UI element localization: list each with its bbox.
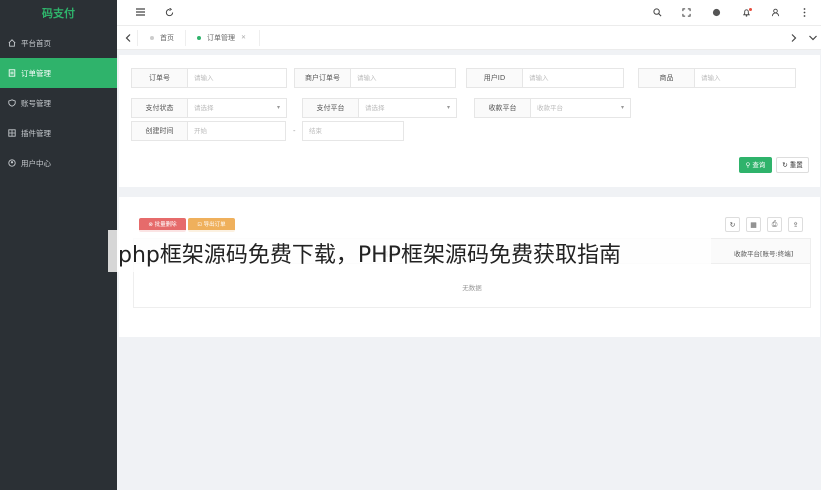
product-input[interactable]: 请输入 <box>695 69 795 87</box>
close-icon[interactable]: ✕ <box>241 30 246 46</box>
sidebar: 码支付 平台首页 订单管理 账号管理 插件管理 用户中心 <box>0 0 117 490</box>
sidebar-item-label: 用户中心 <box>21 158 51 168</box>
table-export-button[interactable]: ⇪ <box>788 217 803 232</box>
reset-button-label: 重置 <box>789 161 803 169</box>
created-time-end-field[interactable]: 结束 <box>302 121 404 141</box>
account-icon[interactable] <box>769 6 781 18</box>
pay-status-value[interactable]: 请选择 ▾ <box>188 99 286 117</box>
sidebar-item-label: 账号管理 <box>21 98 51 108</box>
home-icon <box>7 39 16 48</box>
sidebar-item-label: 平台首页 <box>21 38 51 48</box>
empty-state: 无数据 <box>462 284 482 292</box>
date-start-input[interactable]: 开始 <box>188 122 285 140</box>
tab-divider <box>259 30 260 46</box>
search-icon: ⚲ <box>745 161 751 169</box>
search-button[interactable]: ⚲ 查询 <box>739 157 772 173</box>
export-label: 导出订单 <box>203 222 226 228</box>
field-label: 支付平台 <box>303 99 359 117</box>
sidebar-item-user-center[interactable]: 用户中心 <box>0 148 117 178</box>
tab-label: 订单管理 <box>207 34 235 42</box>
user-id-input[interactable]: 请输入 <box>523 69 623 87</box>
chevron-left-icon[interactable] <box>122 32 134 44</box>
columns-icon: ▦ <box>750 220 757 229</box>
search-button-label: 查询 <box>752 161 766 169</box>
pay-platform-value[interactable]: 请选择 ▾ <box>359 99 456 117</box>
field-label: 商户订单号 <box>295 69 351 87</box>
tab-dot <box>197 36 201 40</box>
tab-label: 首页 <box>160 34 174 42</box>
field-label: 创建时间 <box>132 122 188 140</box>
sidebar-item-accounts[interactable]: 账号管理 <box>0 88 117 118</box>
chevron-down-icon[interactable] <box>807 32 819 44</box>
select-placeholder: 请选择 <box>194 104 214 112</box>
field-label: 订单号 <box>132 69 188 87</box>
search-icon[interactable] <box>651 6 663 18</box>
upload-icon: ⇪ <box>792 220 799 229</box>
date-end-input[interactable]: 结束 <box>303 122 403 140</box>
field-label: 商品 <box>639 69 695 87</box>
field-label: 用户ID <box>467 69 523 87</box>
caption-overlay: php框架源码免费下载，PHP框架源码免费获取指南 <box>108 230 711 272</box>
sidebar-item-orders[interactable]: 订单管理 <box>0 58 117 88</box>
tab-dot <box>150 36 154 40</box>
field-label: 支付状态 <box>132 99 188 117</box>
table-refresh-button[interactable]: ↻ <box>725 217 740 232</box>
print-icon: ⎙ <box>771 220 778 228</box>
select-placeholder: 收款平台 <box>537 104 563 112</box>
chevron-down-icon: ▾ <box>446 104 450 111</box>
pay-platform-select[interactable]: 支付平台 请选择 ▾ <box>302 98 457 118</box>
tab-divider <box>185 30 186 46</box>
refresh-icon[interactable] <box>163 6 175 18</box>
batch-delete-label: 批量删除 <box>154 222 177 228</box>
column-header-collect-platform[interactable]: 收款平台[账号:终端] <box>734 248 793 258</box>
caption-text: php框架源码免费下载，PHP框架源码免费获取指南 <box>118 243 621 268</box>
chevron-down-icon: ▾ <box>276 104 280 111</box>
refresh-icon: ↻ <box>729 220 736 229</box>
fullscreen-icon[interactable] <box>680 6 692 18</box>
brand-logo: 码支付 <box>42 7 75 20</box>
sidebar-item-label: 插件管理 <box>21 128 51 138</box>
reset-button[interactable]: ↻ 重置 <box>776 157 809 173</box>
chevron-right-icon[interactable] <box>788 32 800 44</box>
table-columns-button[interactable]: ▦ <box>746 217 761 232</box>
shield-icon <box>7 99 16 108</box>
created-time-start-field[interactable]: 创建时间 开始 <box>131 121 286 141</box>
user-icon <box>7 159 16 168</box>
plugin-icon <box>7 129 16 138</box>
export-icon: ⊡ <box>197 222 202 228</box>
product-field[interactable]: 商品 请输入 <box>638 68 796 88</box>
order-no-input[interactable]: 请输入 <box>188 69 286 87</box>
order-icon <box>7 69 16 78</box>
tab-orders[interactable]: 订单管理 ✕ <box>197 30 246 46</box>
date-range-separator: - <box>293 127 296 135</box>
collect-platform-value[interactable]: 收款平台 ▾ <box>531 99 630 117</box>
merchant-order-no-field[interactable]: 商户订单号 请输入 <box>294 68 456 88</box>
tab-divider <box>137 30 138 46</box>
table-print-button[interactable]: ⎙ <box>767 217 782 232</box>
more-vertical-icon[interactable] <box>798 6 810 18</box>
order-no-field[interactable]: 订单号 请输入 <box>131 68 287 88</box>
menu-icon[interactable] <box>134 6 146 18</box>
select-placeholder: 请选择 <box>365 104 385 112</box>
user-id-field[interactable]: 用户ID 请输入 <box>466 68 624 88</box>
tab-home[interactable]: 首页 <box>150 30 174 46</box>
sidebar-item-label: 订单管理 <box>21 68 51 78</box>
theme-icon[interactable] <box>710 6 722 18</box>
bell-icon[interactable] <box>740 6 752 18</box>
delete-icon: ⊗ <box>148 222 153 228</box>
field-label: 收款平台 <box>475 99 531 117</box>
caption-bar <box>108 230 117 272</box>
chevron-down-icon: ▾ <box>620 104 624 111</box>
collect-platform-select[interactable]: 收款平台 收款平台 ▾ <box>474 98 631 118</box>
merchant-order-no-input[interactable]: 请输入 <box>351 69 455 87</box>
refresh-icon: ↻ <box>782 161 788 169</box>
pay-status-select[interactable]: 支付状态 请选择 ▾ <box>131 98 287 118</box>
sidebar-item-plugins[interactable]: 插件管理 <box>0 118 117 148</box>
tab-bar: 首页 订单管理 ✕ <box>117 26 821 50</box>
notification-badge <box>749 8 752 11</box>
sidebar-item-home[interactable]: 平台首页 <box>0 28 117 58</box>
top-header <box>117 0 821 26</box>
